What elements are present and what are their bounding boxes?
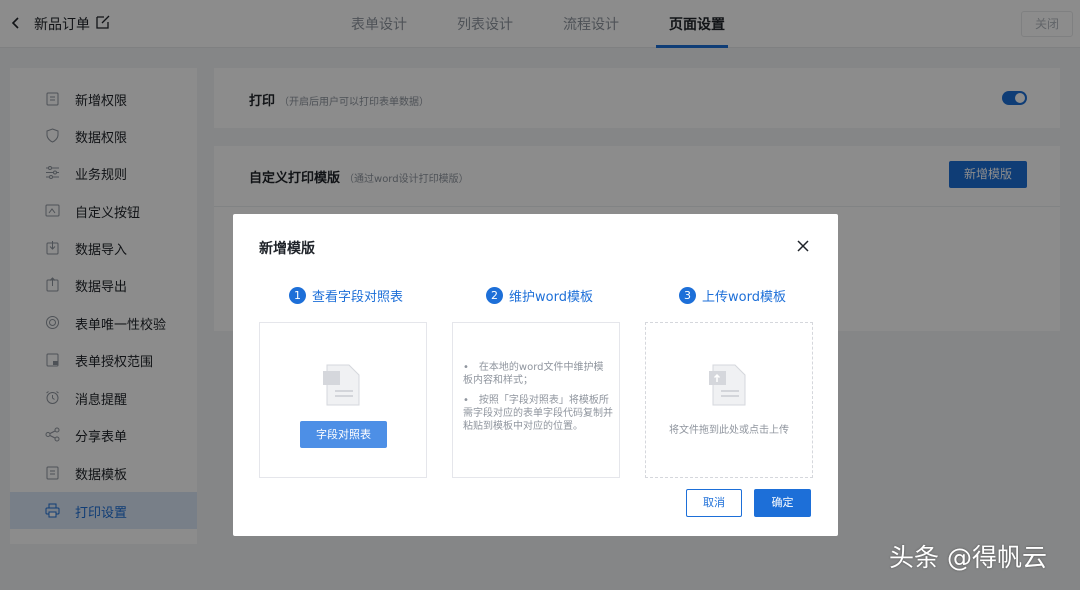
add-template-modal: 新增模版 1 查看字段对照表 2 维护word模板 3 上传word模板 字段对照表 … [233,214,838,536]
document-icon [323,364,360,406]
guide-bullet-1: • 在本地的word文件中维护模板内容和样式； [463,362,604,386]
step-3: 3 上传word模板 [679,286,786,305]
step-1: 1 查看字段对照表 [289,286,403,305]
watermark: 头条 @得帆云 [889,543,1047,572]
cancel-button[interactable]: 取消 [686,489,742,517]
upload-dropzone[interactable]: 将文件拖到此处或点击上传 [645,322,813,478]
close-icon[interactable] [795,238,811,254]
step-label: 上传word模板 [702,290,786,305]
confirm-button[interactable]: 确定 [754,489,811,517]
field-mapping-panel: 字段对照表 [259,322,427,478]
step-2: 2 维护word模板 [486,286,593,305]
step-number: 1 [289,287,306,304]
modal-title: 新增模版 [259,241,315,257]
step-label: 维护word模板 [509,290,593,305]
guide-bullet-2: • 按照「字段对照表」将模板所需字段对应的表单字段代码复制并粘贴到模板中对应的位… [463,395,613,432]
upload-hint: 将文件拖到此处或点击上传 [669,425,789,436]
step-number: 3 [679,287,696,304]
step-number: 2 [486,287,503,304]
field-mapping-button[interactable]: 字段对照表 [300,421,387,448]
step-label: 查看字段对照表 [312,290,404,305]
word-template-guide-panel: • 在本地的word文件中维护模板内容和样式； • 按照「字段对照表」将模板所需… [452,322,620,478]
upload-file-icon [709,364,746,406]
